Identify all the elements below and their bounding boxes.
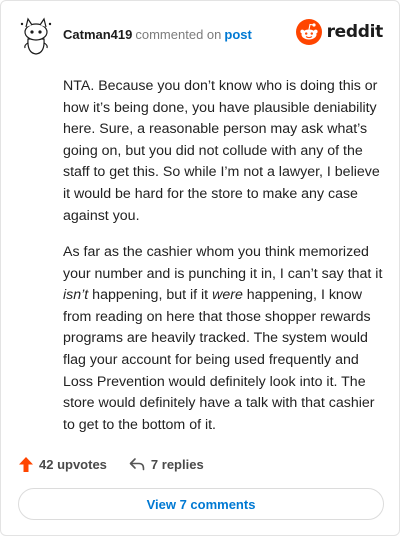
reply-arrow-icon [129, 458, 145, 471]
paragraph-text: As far as the cashier whom you think mem… [63, 243, 383, 282]
emphasized-text: isn’t [63, 287, 89, 304]
replies-count: 7 replies [150, 456, 204, 472]
post-link[interactable]: post [224, 27, 251, 42]
replies-control[interactable]: 7 replies [129, 457, 204, 472]
comment-byline: Catman419 commented on post [63, 27, 252, 42]
comment-paragraph: NTA. Because you don’t know who is doing… [63, 76, 385, 227]
arrow-up-icon [19, 456, 33, 472]
username-link[interactable]: Catman419 [63, 27, 132, 42]
comment-card: Catman419 commented on post reddit NTA. Be… [0, 0, 400, 536]
reddit-logo: reddit [295, 19, 384, 45]
reddit-alien-icon [295, 19, 322, 45]
comment-footer: 42 upvotes 7 replies [19, 453, 204, 475]
comment-body: NTA. Because you don’t know who is doing… [63, 76, 385, 451]
view-comments-button[interactable]: View 7 comments [18, 488, 384, 520]
snoo-avatar-icon [20, 17, 52, 55]
paragraph-text: happening, I know from reading on here t… [63, 287, 375, 433]
upvote-control[interactable]: 42 upvotes [19, 456, 107, 472]
paragraph-text: happening, but if it [88, 287, 213, 304]
paragraph-text: NTA. Because you don’t know who is doing… [63, 78, 380, 224]
upvote-count: 42 upvotes [39, 456, 107, 472]
reddit-wordmark: reddit [326, 22, 384, 42]
comment-paragraph: As far as the cashier whom you think mem… [63, 242, 385, 436]
comment-header: Catman419 commented on post reddit [19, 15, 383, 55]
emphasized-text: were [212, 287, 243, 304]
commented-on-text: commented on [135, 27, 222, 42]
avatar[interactable] [19, 15, 53, 55]
